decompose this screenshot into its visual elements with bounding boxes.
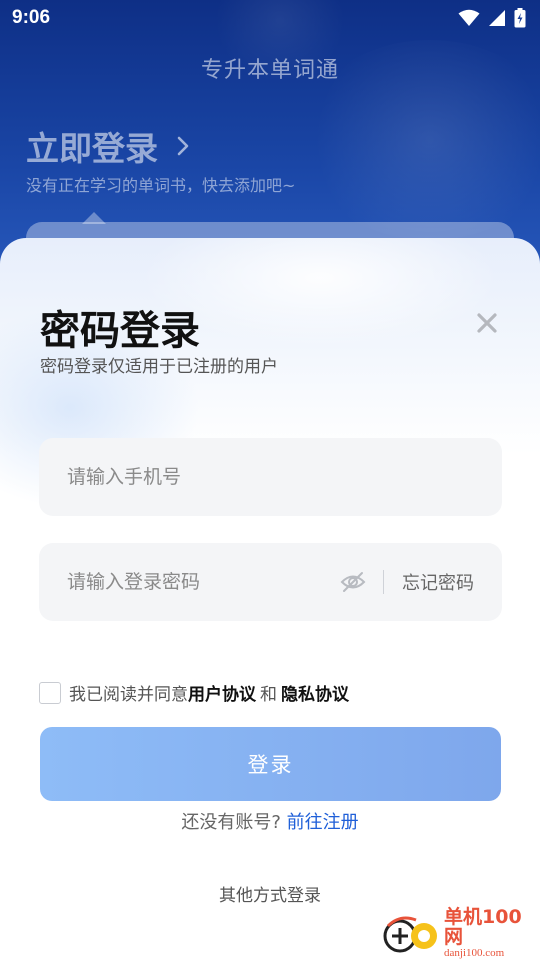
privacy-policy-link[interactable]: 隐私协议	[281, 680, 349, 705]
battery-charging-icon	[514, 8, 526, 28]
sheet-subtitle: 密码登录仅适用于已注册的用户	[40, 357, 278, 377]
agreement-row: 我已阅读并同意 用户协议 和 隐私协议	[39, 680, 349, 705]
eye-off-icon	[340, 572, 366, 592]
login-now-label: 立即登录	[26, 129, 158, 168]
watermark-logo-icon	[383, 916, 437, 953]
password-login-sheet: 密码登录 密码登录仅适用于已注册的用户 忘记密码 我已阅读并同意 用户协议 和	[0, 238, 540, 960]
login-subtitle: 没有正在学习的单词书，快去添加吧~	[26, 176, 296, 195]
watermark-en: danji100.com	[444, 947, 505, 960]
watermark-cn: 单机100网	[444, 906, 522, 949]
close-button[interactable]	[472, 308, 502, 338]
chevron-right-icon	[177, 136, 189, 156]
login-button[interactable]: 登录	[40, 727, 501, 801]
close-icon	[477, 313, 497, 333]
toggle-password-visibility-button[interactable]	[339, 568, 367, 596]
register-link[interactable]: 前往注册	[287, 812, 359, 833]
agreement-and: 和	[260, 685, 277, 705]
phone-input[interactable]	[67, 466, 474, 488]
cellular-signal-icon	[489, 10, 505, 26]
status-icons	[458, 8, 526, 28]
app-title: 专升本单词通	[200, 58, 339, 83]
watermark: 单机100网 danji100.com	[382, 907, 532, 959]
register-prompt: 还没有账号?	[181, 812, 281, 833]
user-agreement-link[interactable]: 用户协议	[188, 680, 256, 705]
phone-field	[39, 438, 502, 516]
sheet-title: 密码登录	[40, 308, 200, 354]
password-input[interactable]	[67, 571, 339, 593]
password-tools: 忘记密码	[339, 568, 474, 596]
field-divider	[383, 570, 384, 594]
status-bar: 9:06	[0, 0, 540, 36]
login-now-link[interactable]: 立即登录	[26, 122, 190, 170]
password-field: 忘记密码	[39, 543, 502, 621]
agreement-prefix: 我已阅读并同意	[69, 685, 188, 705]
forgot-password-link[interactable]: 忘记密码	[402, 569, 474, 595]
watermark-text: 单机100网 danji100.com	[444, 906, 532, 960]
watermark-logo	[382, 912, 440, 956]
agreement-checkbox[interactable]	[39, 681, 61, 704]
wifi-icon	[458, 9, 480, 26]
register-row: 还没有账号? 前往注册	[0, 808, 540, 834]
other-login-methods-link[interactable]: 其他方式登录	[0, 881, 540, 906]
status-time: 9:06	[12, 7, 51, 28]
